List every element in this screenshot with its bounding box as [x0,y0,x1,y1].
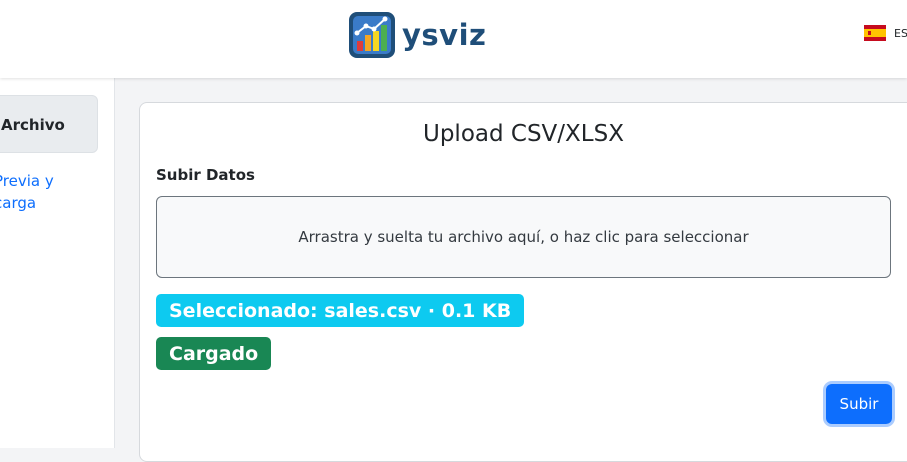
sidebar: Archivo Previa y carga [0,78,115,448]
sidebar-item-archivo[interactable]: Archivo [0,95,98,153]
bar-chart-logo-icon [349,12,395,58]
page-title: Upload CSV/XLSX [423,121,624,147]
status-badge: Cargado [156,337,272,370]
top-navbar: ysviz ES [0,0,907,78]
brand-logo-link[interactable]: ysviz [348,11,486,59]
file-dropzone[interactable]: Arrastra y suelta tu archivo aquí, o haz… [156,196,891,278]
upload-card: Upload CSV/XLSX Subir Datos Arrastra y s… [139,102,907,462]
brand-name: ysviz [402,18,487,52]
dropzone-text: Arrastra y suelta tu archivo aquí, o haz… [298,228,749,246]
section-label: Subir Datos [156,166,255,184]
sidebar-item-preview[interactable]: Previa y carga [0,170,100,214]
spain-flag-icon [864,25,886,41]
language-selector[interactable]: ES [864,25,907,41]
sidebar-item-label: Archivo [1,116,65,134]
upload-button[interactable]: Subir [826,384,892,424]
language-code: ES [894,26,907,40]
selected-file-badge: Seleccionado: sales.csv · 0.1 KB [156,294,525,327]
sidebar-item-label: Previa y carga [0,172,54,212]
